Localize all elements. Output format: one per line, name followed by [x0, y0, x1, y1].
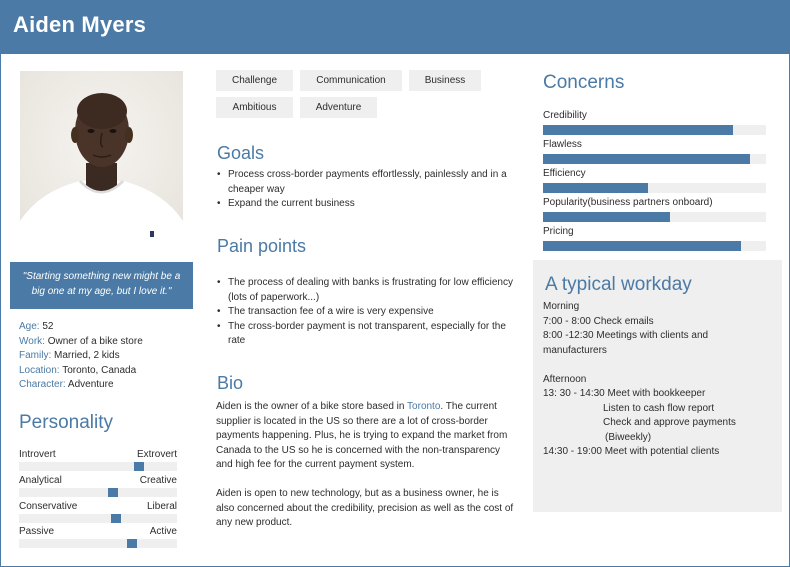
tag-ambitious: Ambitious	[216, 97, 293, 118]
concern-track	[543, 154, 766, 164]
concern-flawless: Flawless	[543, 139, 766, 167]
trait-conservative-liberal: Conservative Liberal	[19, 501, 177, 525]
persona-photo	[20, 71, 183, 251]
concern-bar	[543, 212, 670, 222]
trait-marker	[111, 514, 121, 523]
schedule-subentry: (Biweekly)	[605, 431, 652, 443]
trait-introvert-extrovert: Introvert Extrovert	[19, 449, 177, 473]
fact-work: Work: Owner of a bike store	[19, 335, 143, 347]
workday-title: A typical workday	[545, 274, 692, 295]
pain-points-title: Pain points	[217, 236, 307, 256]
schedule-subentry: Check and approve payments	[603, 417, 736, 428]
workday-schedule: Morning 7:00 - 8:00 Check emails 8:00 -1…	[543, 300, 779, 460]
list-item: The cross-border payment is not transpar…	[217, 320, 513, 349]
schedule-entry: manufacturers	[543, 344, 607, 356]
concern-track	[543, 125, 766, 135]
persona-name: Aiden Myers	[13, 12, 147, 37]
schedule-entry: 8:00 -12:30 Meetings with clients and	[543, 330, 709, 341]
personality-title: Personality	[19, 412, 113, 433]
bio-paragraph: Aiden is open to new technology, but as …	[216, 488, 514, 528]
trait-marker	[127, 539, 137, 548]
trait-track	[19, 539, 177, 548]
trait-left-label: Conservative	[19, 501, 78, 512]
tag-business: Business	[409, 70, 481, 91]
persona-quote: "Starting something new might be a big o…	[10, 262, 193, 309]
concern-credibility: Credibility	[543, 110, 766, 138]
trait-track	[19, 514, 177, 523]
concern-track	[543, 241, 766, 251]
trait-left-label: Passive	[19, 526, 55, 537]
concern-bar	[543, 125, 733, 135]
concern-label: Credibility	[543, 110, 587, 121]
trait-marker	[134, 462, 144, 471]
pain-points-list: The process of dealing with banks is fru…	[217, 276, 513, 349]
trait-track	[19, 462, 177, 471]
concern-track	[543, 183, 766, 193]
concern-popularity: Popularity(business partners onboard)	[543, 197, 766, 225]
trait-right-label: Liberal	[146, 501, 177, 512]
schedule-entry: 14:30 - 19:00 Meet with potential client…	[543, 446, 720, 457]
schedule-entry: 13: 30 - 14:30 Meet with bookkeeper	[543, 388, 706, 399]
header: Aiden Myers	[1, 0, 790, 54]
tag-challenge: Challenge	[216, 70, 293, 91]
concern-pricing: Pricing	[543, 226, 766, 254]
trait-right-label: Creative	[139, 475, 177, 486]
schedule-subentry: Listen to cash flow report	[603, 402, 715, 414]
list-item: Expand the current business	[217, 197, 513, 212]
trait-passive-active: Passive Active	[19, 526, 177, 550]
concern-track	[543, 212, 766, 222]
concern-label: Flawless	[543, 139, 582, 150]
fact-character: Character: Adventure	[19, 379, 114, 390]
fact-age: Age: 52	[19, 321, 54, 332]
concern-label: Popularity(business partners onboard)	[543, 197, 713, 208]
trait-track	[19, 488, 177, 497]
persona-page: Aiden Myers "Starting something new migh…	[0, 0, 790, 567]
goals-list: Process cross-border payments effortless…	[217, 168, 513, 212]
schedule-heading: Morning	[543, 301, 580, 312]
location-link[interactable]: Toronto	[407, 401, 440, 412]
tag-communication: Communication	[300, 70, 402, 91]
schedule-entry: 7:00 - 8:00 Check emails	[543, 315, 654, 327]
list-item: The process of dealing with banks is fru…	[217, 276, 513, 305]
persona-facts: Age: 52 Work: Owner of a bike store Fami…	[19, 320, 194, 393]
concern-bar	[543, 241, 741, 251]
trait-marker	[108, 488, 118, 497]
concern-label: Efficiency	[543, 168, 586, 179]
bio-text: Aiden is the owner of a bike store based…	[216, 400, 514, 531]
fact-location: Location: Toronto, Canada	[19, 364, 137, 376]
trait-right-label: Extrovert	[136, 449, 177, 460]
trait-left-label: Analytical	[19, 475, 62, 486]
trait-analytical-creative: Analytical Creative	[19, 475, 177, 499]
bio-paragraph: Aiden is the owner of a bike store based…	[216, 401, 508, 470]
list-item: The transaction fee of a wire is very ex…	[217, 305, 513, 320]
concern-bar	[543, 154, 750, 164]
trait-left-label: Introvert	[19, 449, 56, 460]
schedule-heading: Afternoon	[543, 373, 587, 385]
list-item: Process cross-border payments effortless…	[217, 168, 513, 197]
concerns-title: Concerns	[543, 72, 625, 93]
typical-workday-panel: A typical workday Morning 7:00 - 8:00 Ch…	[533, 260, 782, 512]
portrait-image	[20, 71, 183, 251]
tag-adventure: Adventure	[300, 97, 377, 118]
trait-right-label: Active	[149, 526, 177, 537]
concern-efficiency: Efficiency	[543, 168, 766, 196]
bio-title: Bio	[217, 373, 244, 393]
goals-title: Goals	[217, 143, 265, 163]
fact-family: Family: Married, 2 kids	[19, 350, 120, 361]
concern-bar	[543, 183, 648, 193]
concern-label: Pricing	[543, 226, 574, 237]
